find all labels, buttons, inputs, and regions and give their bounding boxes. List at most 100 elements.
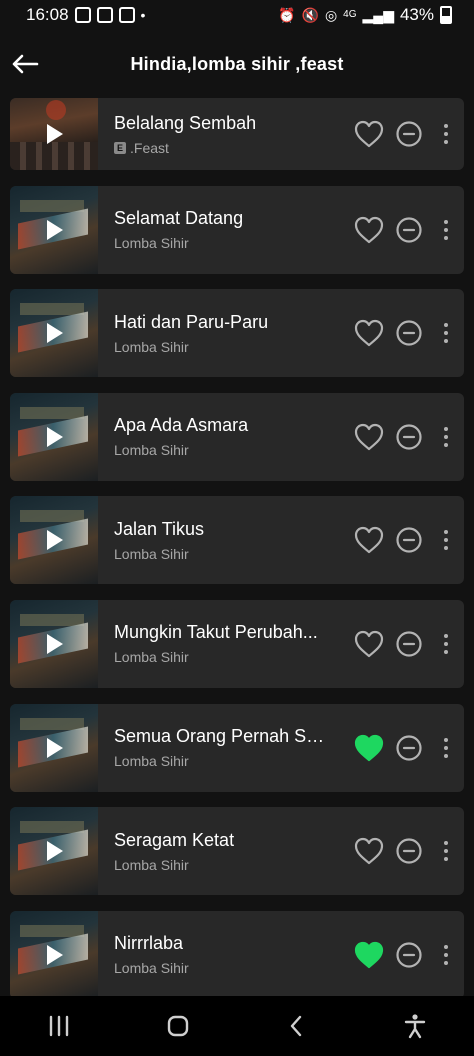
arrow-left-icon (12, 54, 39, 74)
track-info: Mungkin Takut Perubah... Lomba Sihir (114, 622, 354, 665)
minus-circle-icon[interactable] (396, 942, 422, 968)
album-art[interactable] (10, 496, 98, 585)
more-options-button[interactable] (442, 219, 450, 240)
album-art[interactable] (10, 807, 98, 896)
more-options-button[interactable] (442, 530, 450, 551)
more-options-button[interactable] (442, 323, 450, 344)
track-title: Selamat Datang (114, 208, 244, 229)
play-icon[interactable] (47, 530, 63, 551)
track-info: Nirrrlaba Lomba Sihir (114, 933, 354, 976)
track-row[interactable]: Apa Ada Asmara Lomba Sihir (10, 392, 464, 481)
album-art[interactable] (10, 703, 98, 792)
more-options-button[interactable] (442, 124, 450, 144)
more-dot (444, 857, 448, 862)
album-art[interactable] (10, 599, 98, 688)
track-artist-line: Lomba Sihir (114, 442, 354, 458)
play-icon[interactable] (47, 633, 63, 654)
heart-icon[interactable] (354, 526, 384, 554)
track-artist: Lomba Sihir (114, 753, 189, 770)
more-options-button[interactable] (442, 841, 450, 862)
heart-icon[interactable] (354, 630, 384, 658)
nav-back-button[interactable] (276, 1006, 316, 1046)
track-artist-line: Lomba Sihir (114, 546, 354, 562)
more-dot (444, 849, 448, 854)
accessibility-button[interactable] (395, 1006, 435, 1046)
track-actions (354, 734, 450, 762)
recent-apps-button[interactable] (39, 1006, 79, 1046)
more-options-button[interactable] (442, 426, 450, 447)
track-row[interactable]: Hati dan Paru-Paru Lomba Sihir (10, 289, 464, 378)
track-info: Semua Orang Pernah Sa... Lomba Sihir (114, 726, 354, 769)
more-dot (444, 530, 448, 535)
dot-icon: • (140, 7, 146, 23)
track-title: Hati dan Paru-Paru (114, 311, 269, 332)
more-dot (444, 952, 448, 957)
track-artist-line: Lomba Sihir (114, 960, 354, 976)
more-dot (444, 140, 448, 144)
album-art[interactable] (10, 910, 98, 996)
play-icon[interactable] (47, 323, 63, 344)
more-dot (444, 944, 448, 949)
minus-circle-icon[interactable] (396, 216, 422, 243)
album-art[interactable] (10, 289, 98, 378)
track-info: Hati dan Paru-Paru Lomba Sihir (114, 312, 354, 355)
more-options-button[interactable] (442, 944, 450, 965)
more-dot (444, 745, 448, 750)
instagram-icon (96, 7, 113, 23)
minus-circle-icon[interactable] (396, 424, 422, 450)
minus-circle-icon[interactable] (396, 734, 422, 761)
minus-circle-icon[interactable] (396, 121, 422, 147)
heart-icon[interactable] (354, 423, 384, 451)
track-info: Selamat Datang Lomba Sihir (114, 208, 354, 251)
heart-icon[interactable] (354, 319, 384, 347)
minus-circle-icon[interactable] (396, 838, 422, 864)
track-artist-line: Lomba Sihir (114, 339, 354, 355)
more-dot (444, 331, 448, 336)
track-info: Seragam Ketat Lomba Sihir (114, 830, 354, 873)
track-row[interactable]: Seragam Ketat Lomba Sihir (10, 807, 464, 896)
heart-icon[interactable] (354, 120, 384, 148)
album-art[interactable] (10, 185, 98, 274)
play-icon[interactable] (47, 944, 63, 965)
track-row[interactable]: Selamat Datang Lomba Sihir (10, 185, 464, 274)
track-row[interactable]: Jalan Tikus Lomba Sihir (10, 496, 464, 585)
heart-icon[interactable] (354, 216, 384, 244)
heart-icon[interactable] (354, 837, 384, 865)
track-actions (354, 423, 450, 451)
more-dot (444, 227, 448, 232)
header: Hindia,lomba sihir ,feast (0, 30, 474, 98)
minus-circle-icon[interactable] (396, 320, 422, 346)
home-button[interactable] (158, 1006, 198, 1046)
track-row[interactable]: Semua Orang Pernah Sa... Lomba Sihir (10, 703, 464, 792)
minus-circle-icon[interactable] (396, 527, 422, 553)
track-info: Jalan Tikus Lomba Sihir (114, 519, 354, 562)
mute-icon: 🔇 (301, 7, 319, 23)
more-dot (444, 132, 448, 136)
track-artist: Lomba Sihir (114, 545, 189, 562)
heart-icon[interactable] (354, 734, 384, 762)
album-art[interactable] (10, 392, 98, 481)
track-artist-line: Lomba Sihir (114, 753, 354, 769)
play-icon[interactable] (47, 426, 63, 447)
play-icon[interactable] (47, 219, 63, 240)
album-art-detail (20, 924, 84, 937)
album-art-detail (10, 142, 98, 170)
album-art-detail (20, 717, 84, 730)
play-icon[interactable] (47, 737, 63, 758)
track-row[interactable]: Belalang Sembah E .Feast (10, 98, 464, 170)
track-row[interactable]: Mungkin Takut Perubah... Lomba Sihir (10, 599, 464, 688)
more-options-button[interactable] (442, 737, 450, 758)
more-dot (444, 753, 448, 758)
more-dot (444, 442, 448, 447)
album-art[interactable] (10, 98, 98, 170)
track-artist-line: Lomba Sihir (114, 649, 354, 665)
more-dot (444, 633, 448, 638)
more-options-button[interactable] (442, 633, 450, 654)
heart-icon[interactable] (354, 941, 384, 969)
minus-circle-icon[interactable] (396, 631, 422, 657)
track-row[interactable]: Nirrrlaba Lomba Sihir (10, 910, 464, 996)
play-icon[interactable] (47, 841, 63, 862)
track-actions (354, 941, 450, 969)
back-button[interactable] (8, 47, 42, 81)
play-icon[interactable] (47, 124, 63, 144)
